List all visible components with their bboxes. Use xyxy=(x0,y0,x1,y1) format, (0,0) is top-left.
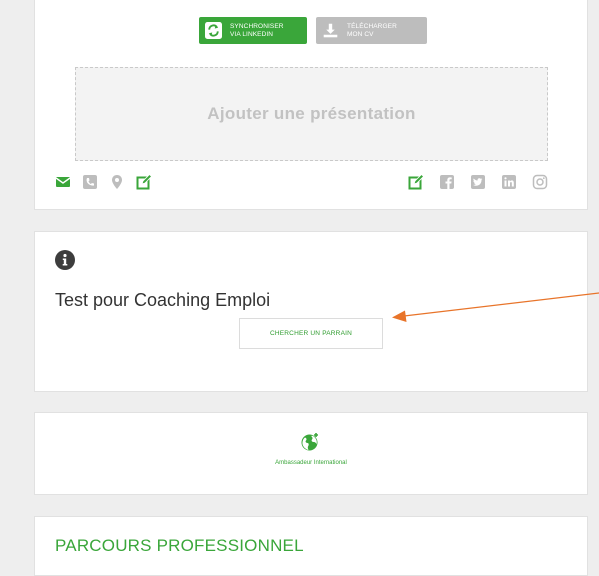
sync-linkedin-button[interactable]: SYNCHRONISER VIA LINKEDIN xyxy=(199,17,307,44)
add-presentation-box[interactable]: Ajouter une présentation xyxy=(75,67,548,161)
envelope-icon[interactable] xyxy=(55,174,71,190)
ambassador-card: Ambassadeur International xyxy=(34,412,588,495)
parcours-title: PARCOURS PROFESSIONNEL xyxy=(55,536,304,555)
phone-icon[interactable] xyxy=(82,174,98,190)
annotation-arrow xyxy=(392,292,599,322)
parcours-card: PARCOURS PROFESSIONNEL xyxy=(34,516,588,576)
sync-icon xyxy=(205,22,222,39)
find-sponsor-button[interactable]: CHERCHER UN PARRAIN xyxy=(239,318,383,349)
sync-button-line1: SYNCHRONISER xyxy=(230,22,284,30)
map-marker-icon[interactable] xyxy=(109,174,125,190)
profile-card: SYNCHRONISER VIA LINKEDIN TÉLÉCHARGER MO… xyxy=(34,0,588,210)
social-icons xyxy=(408,173,548,191)
globe-icon xyxy=(301,433,318,451)
cv-button-line1: TÉLÉCHARGER xyxy=(347,22,397,30)
presentation-placeholder: Ajouter une présentation xyxy=(207,104,416,123)
test-title: Test pour Coaching Emploi xyxy=(55,290,271,310)
twitter-icon[interactable] xyxy=(470,174,486,190)
info-icon xyxy=(55,250,75,270)
linkedin-icon[interactable] xyxy=(501,174,517,190)
contact-icons xyxy=(55,173,152,191)
facebook-icon[interactable] xyxy=(439,174,455,190)
download-cv-button[interactable]: TÉLÉCHARGER MON CV xyxy=(316,17,427,44)
download-icon xyxy=(323,23,338,38)
instagram-icon[interactable] xyxy=(532,174,548,190)
edit-social-icon[interactable] xyxy=(408,174,424,190)
cv-button-line2: MON CV xyxy=(347,30,374,38)
ambassador-label: Ambassadeur International xyxy=(275,460,347,466)
sync-button-line2: VIA LINKEDIN xyxy=(230,30,274,38)
edit-icon[interactable] xyxy=(136,174,152,190)
